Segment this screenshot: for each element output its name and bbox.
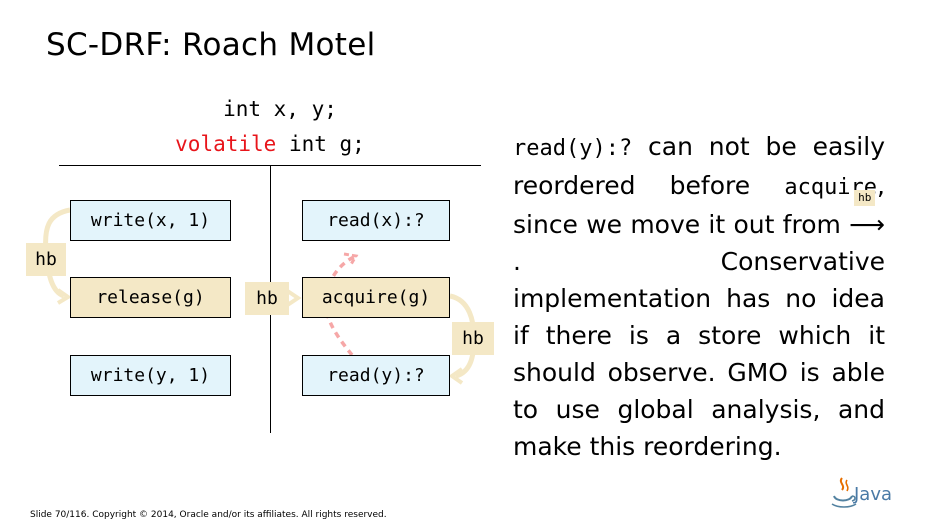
code-read-y: read(y):? — [513, 136, 633, 161]
hb-label-left: hb — [26, 243, 66, 276]
thread1-write-y: write(y, 1) — [70, 355, 231, 396]
thread2-read-x: read(x):? — [302, 200, 450, 241]
hb-label-right: hb — [452, 322, 494, 355]
right-arrow-icon: ⟶ — [849, 210, 885, 239]
thread2-acquire-g: acquire(g) — [302, 277, 450, 318]
thread2-read-y: read(y):? — [302, 355, 450, 396]
thread1-write-x: write(x, 1) — [70, 200, 231, 241]
java-logo-text: Java — [854, 484, 893, 505]
slide-footer: Slide 70/116. Copyright © 2014, Oracle a… — [30, 510, 387, 520]
hb-arrow-symbol: hb ⟶ — [849, 190, 885, 243]
explanation-part3: . Conservative implementation has no ide… — [513, 247, 885, 461]
explanation-text: read(y):? can not be easily reordered be… — [513, 128, 885, 465]
thread1-release-g: release(g) — [70, 277, 231, 318]
hb-label-middle: hb — [245, 282, 289, 315]
hb-arrow-label: hb — [854, 190, 876, 206]
